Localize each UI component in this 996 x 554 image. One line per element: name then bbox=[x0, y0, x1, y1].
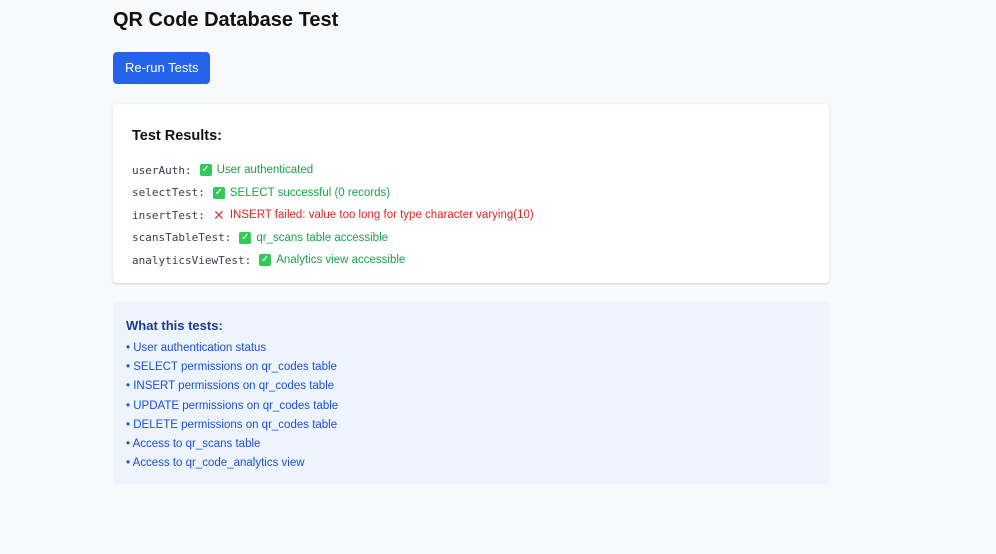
info-panel: What this tests: • User authentication s… bbox=[113, 302, 829, 484]
check-icon: ✓ bbox=[239, 231, 252, 244]
cross-icon: ✕ bbox=[212, 207, 225, 224]
list-item: • User authentication status bbox=[126, 342, 267, 354]
rerun-tests-button[interactable]: Re-run Tests bbox=[113, 52, 211, 84]
result-key: scansTableTest: bbox=[132, 231, 232, 245]
result-message: User authenticated bbox=[216, 164, 314, 177]
test-results-heading: Test Results: bbox=[132, 128, 222, 144]
result-key: analyticsViewTest: bbox=[132, 253, 252, 267]
list-item: • DELETE permissions on qr_codes table bbox=[126, 418, 338, 431]
result-row-scanstabletest: scansTableTest: ✓ qr_scans table accessi… bbox=[132, 227, 534, 250]
result-row-analyticsviewtest: analyticsViewTest: ✓ Analytics view acce… bbox=[132, 249, 534, 272]
check-icon: ✓ bbox=[199, 164, 212, 177]
list-item: • Access to qr_code_analytics view bbox=[126, 457, 305, 470]
list-item: • INSERT permissions on qr_codes table bbox=[126, 380, 335, 393]
info-list: • User authentication status • SELECT pe… bbox=[126, 339, 338, 473]
result-message: INSERT failed: value too long for type c… bbox=[229, 209, 534, 222]
result-row-userauth: userAuth: ✓ User authenticated bbox=[132, 159, 534, 182]
test-results-list: userAuth: ✓ User authenticated selectTes… bbox=[132, 159, 534, 272]
result-message: SELECT successful (0 records) bbox=[229, 186, 391, 199]
info-heading: What this tests: bbox=[126, 318, 223, 333]
result-row-inserttest: insertTest: ✕ INSERT failed: value too l… bbox=[132, 204, 534, 227]
check-icon: ✓ bbox=[259, 254, 272, 267]
page-title: QR Code Database Test bbox=[113, 9, 339, 31]
list-item: • SELECT permissions on qr_codes table bbox=[126, 361, 337, 374]
result-key: userAuth: bbox=[132, 163, 192, 177]
result-message: Analytics view accessible bbox=[276, 254, 406, 267]
test-results-card: Test Results: userAuth: ✓ User authentic… bbox=[113, 104, 829, 283]
result-message: qr_scans table accessible bbox=[256, 231, 389, 244]
result-key: selectTest: bbox=[132, 186, 205, 200]
list-item: • Access to qr_scans table bbox=[126, 437, 261, 450]
result-row-selecttest: selectTest: ✓ SELECT successful (0 recor… bbox=[132, 182, 534, 205]
list-item: • UPDATE permissions on qr_codes table bbox=[126, 399, 339, 412]
result-key: insertTest: bbox=[132, 208, 205, 222]
check-icon: ✓ bbox=[212, 186, 225, 199]
